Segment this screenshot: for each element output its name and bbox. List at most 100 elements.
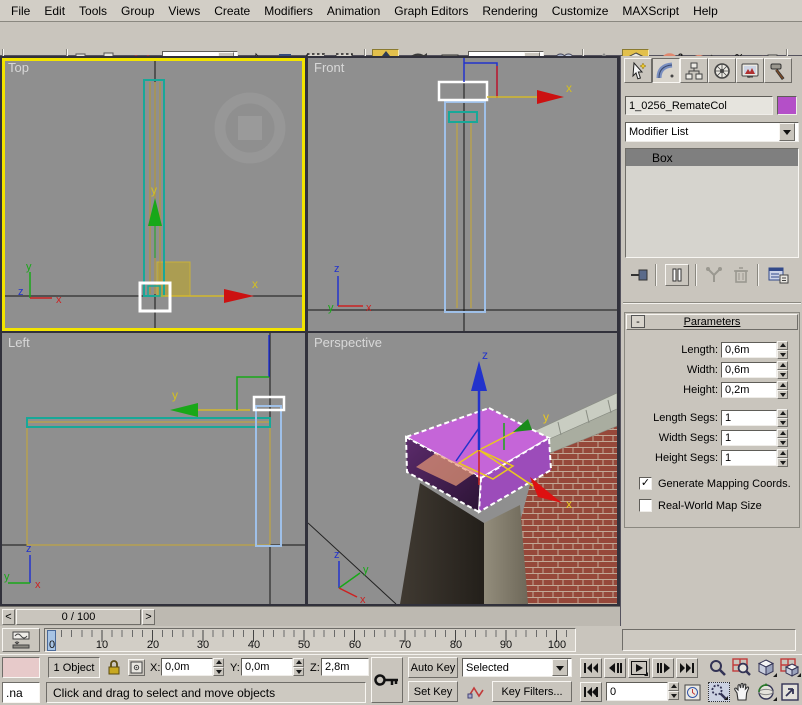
length-segs-spinner[interactable] <box>777 409 788 427</box>
menu-item-create[interactable]: Create <box>207 2 257 20</box>
show-end-result-icon <box>670 268 684 282</box>
key-filter-scope-dropdown[interactable]: Selected <box>462 658 572 677</box>
selection-lock-button[interactable] <box>106 659 122 676</box>
menu-item-rendering[interactable]: Rendering <box>475 2 544 20</box>
viewport-top[interactable]: x y y x z Top <box>2 58 305 331</box>
next-frame-button[interactable] <box>652 658 674 678</box>
tab-utilities[interactable] <box>764 58 792 83</box>
remove-modifier-button[interactable] <box>731 266 751 284</box>
viewport-front[interactable]: x z x y Front <box>308 58 617 331</box>
length-segs-field[interactable]: 1 <box>721 410 777 426</box>
previous-frame-button[interactable] <box>604 658 626 678</box>
pan-button[interactable] <box>732 682 752 702</box>
configure-modifier-sets-button[interactable] <box>767 266 789 284</box>
x-coord-spinner[interactable] <box>213 658 224 676</box>
real-world-map-size-checkbox[interactable] <box>639 499 652 512</box>
min-max-toggle-button[interactable] <box>780 682 800 702</box>
chevron-down-icon[interactable] <box>779 123 795 141</box>
width-segs-field[interactable]: 1 <box>721 430 777 446</box>
gizmo-x-label: x <box>252 277 258 291</box>
length-field[interactable]: 0,6m <box>721 342 777 358</box>
time-slider-handle[interactable]: 0 / 100 <box>16 609 141 625</box>
absolute-mode-toggle[interactable] <box>128 659 145 676</box>
length-spinner[interactable] <box>777 341 788 359</box>
menu-item-file[interactable]: File <box>4 2 37 20</box>
tab-hierarchy[interactable] <box>680 58 708 83</box>
main-toolbar: All View <box>0 22 802 56</box>
object-name-field[interactable]: 1_0256_RemateCol <box>625 96 773 115</box>
rollout-collapse-icon[interactable]: - <box>631 315 645 328</box>
show-end-result-button[interactable] <box>665 264 689 286</box>
height-segs-field[interactable]: 1 <box>721 450 777 466</box>
set-key-button[interactable]: Set Key <box>408 681 458 702</box>
time-slider-track[interactable]: < 0 / 100 > <box>0 606 620 626</box>
viewport-front-label[interactable]: Front <box>314 60 344 75</box>
frame-spinner[interactable] <box>668 682 679 700</box>
x-coord-field[interactable]: 0,0m <box>161 658 213 676</box>
utilities-tab-icon <box>768 61 788 81</box>
modifier-stack-item-box[interactable]: Box <box>626 149 798 166</box>
gizmo-y-label: y <box>151 183 157 197</box>
menu-item-maxscript[interactable]: MAXScript <box>615 2 686 20</box>
zoom-extents-button[interactable] <box>756 658 778 678</box>
height-field[interactable]: 0,2m <box>721 382 777 398</box>
menu-item-customize[interactable]: Customize <box>545 2 616 20</box>
generate-mapping-coords-label: Generate Mapping Coords. <box>658 478 791 490</box>
object-color-swatch[interactable] <box>777 96 797 115</box>
zoom-region-button[interactable] <box>708 682 730 702</box>
time-configuration-button[interactable] <box>682 682 702 702</box>
tab-motion[interactable] <box>708 58 736 83</box>
width-field[interactable]: 0,6m <box>721 362 777 378</box>
key-filters-button[interactable]: Key Filters... <box>492 681 572 702</box>
make-unique-button[interactable] <box>703 266 725 284</box>
auto-key-button[interactable]: Auto Key <box>408 657 458 678</box>
maxscript-mini-listener-pink[interactable] <box>2 657 40 678</box>
go-to-end-button[interactable] <box>676 658 698 678</box>
menu-item-views[interactable]: Views <box>161 2 207 20</box>
menu-item-animation[interactable]: Animation <box>320 2 387 20</box>
zoom-button[interactable] <box>708 658 728 678</box>
maxscript-mini-listener[interactable]: .na <box>2 682 40 703</box>
menu-item-graph-editors[interactable]: Graph Editors <box>387 2 475 20</box>
modifier-stack[interactable]: Box <box>625 148 799 258</box>
y-coord-field[interactable]: 0,0m <box>241 658 293 676</box>
zoom-all-button[interactable] <box>732 658 752 678</box>
arc-rotate-button[interactable] <box>756 682 778 702</box>
tab-modify[interactable] <box>652 58 680 83</box>
play-button[interactable] <box>628 658 650 678</box>
time-slider-prev-button[interactable]: < <box>2 609 15 625</box>
go-to-start-button[interactable] <box>580 658 602 678</box>
width-segs-spinner[interactable] <box>777 429 788 447</box>
menu-item-edit[interactable]: Edit <box>37 2 72 20</box>
pin-stack-button[interactable] <box>629 265 651 285</box>
menu-item-help[interactable]: Help <box>686 2 725 20</box>
menu-item-group[interactable]: Group <box>114 2 161 20</box>
default-tangent-button[interactable] <box>464 682 488 702</box>
chevron-down-icon[interactable] <box>552 659 568 676</box>
menu-item-tools[interactable]: Tools <box>72 2 114 20</box>
height-segs-spinner[interactable] <box>777 449 788 467</box>
time-slider-next-button[interactable]: > <box>142 609 155 625</box>
track-bar-ruler[interactable]: 0 10 20 30 40 50 60 70 80 90 100 <box>44 628 576 652</box>
zoom-icon <box>708 658 728 678</box>
key-mode-toggle-button[interactable] <box>580 682 602 702</box>
viewport-top-label[interactable]: Top <box>8 60 29 75</box>
viewport-perspective-label[interactable]: Perspective <box>314 335 382 350</box>
viewport-left-label[interactable]: Left <box>8 335 30 350</box>
viewport-left[interactable]: y z y x Left <box>2 333 305 604</box>
width-spinner[interactable] <box>777 361 788 379</box>
mini-curve-editor-button[interactable] <box>2 628 40 652</box>
parameters-rollout-header[interactable]: - Parameters <box>626 314 798 330</box>
current-frame-field[interactable]: 0 <box>606 682 668 701</box>
zoom-extents-all-button[interactable] <box>780 658 802 678</box>
menu-item-modifiers[interactable]: Modifiers <box>257 2 320 20</box>
height-spinner[interactable] <box>777 381 788 399</box>
modifier-list-dropdown[interactable]: Modifier List <box>625 122 799 142</box>
generate-mapping-coords-checkbox[interactable]: ✓ <box>639 477 652 490</box>
tab-display[interactable] <box>736 58 764 83</box>
tab-create[interactable] <box>624 58 652 83</box>
create-key-button[interactable] <box>371 657 403 703</box>
y-coord-spinner[interactable] <box>293 658 304 676</box>
z-coord-field[interactable]: 2,8m <box>321 658 369 676</box>
viewport-perspective[interactable]: y x z z y x Perspective <box>308 333 617 604</box>
